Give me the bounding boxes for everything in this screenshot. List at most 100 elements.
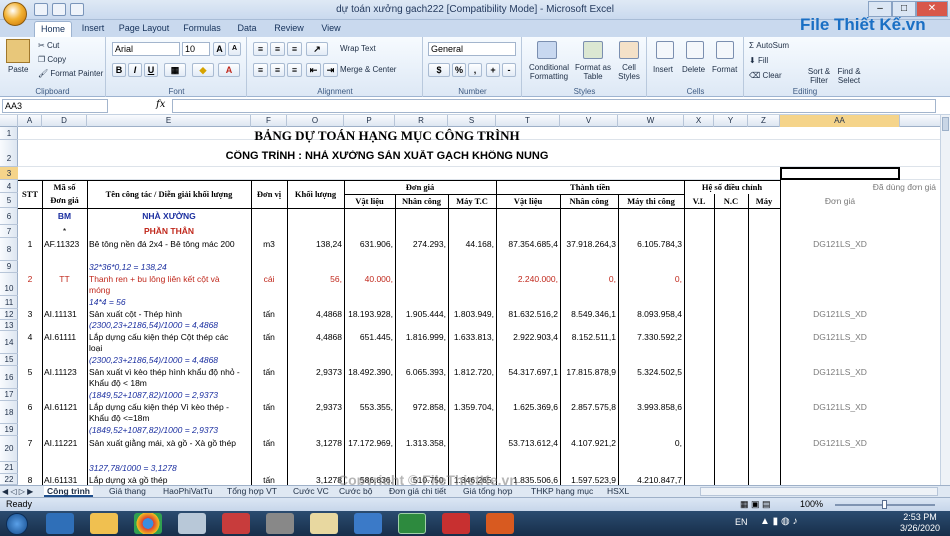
fill-button[interactable]: ⬇ Fill — [749, 56, 768, 65]
row-header[interactable]: 15 — [0, 354, 18, 366]
row-header[interactable]: 6 — [0, 208, 18, 225]
sheet-tab[interactable]: HSXL — [604, 486, 632, 497]
view-buttons-icon[interactable]: ▦ ▣ ▤ — [740, 498, 771, 511]
conditional-formatting-icon[interactable] — [537, 41, 557, 59]
sheet-nav-arrows-icon[interactable]: ◀ ◁ ▷ ▶ — [2, 486, 33, 497]
folder-icon[interactable] — [310, 513, 338, 534]
row-header[interactable]: 5 — [0, 193, 18, 208]
worksheet-grid[interactable]: BẢNG DỰ TOÁN HẠNG MỤC CÔNG TRÌNH CÔNG TR… — [18, 127, 940, 485]
align-middle-icon[interactable]: ≡ — [270, 42, 285, 56]
app-icon[interactable] — [442, 513, 470, 534]
tab-formulas[interactable]: Formulas — [178, 21, 226, 37]
tab-insert[interactable]: Insert — [76, 21, 110, 37]
col-header[interactable]: F — [251, 115, 287, 127]
row-header[interactable]: 9 — [0, 261, 18, 273]
app-icon[interactable] — [222, 513, 250, 534]
grow-font-button[interactable]: A — [213, 42, 226, 56]
format-table-icon[interactable] — [583, 41, 603, 59]
horizontal-scrollbar[interactable] — [700, 487, 938, 496]
row-header[interactable]: 18 — [0, 401, 18, 424]
wrap-text-button[interactable]: Wrap Text — [340, 44, 376, 53]
row-header[interactable]: 10 — [0, 273, 18, 296]
increase-indent-icon[interactable]: ⇥ — [323, 63, 338, 77]
insert-button[interactable]: Insert — [653, 65, 673, 74]
row-header[interactable]: 11 — [0, 296, 18, 309]
cut-button[interactable]: ✂ Cut — [38, 41, 59, 50]
font-name-select[interactable]: Arial — [112, 42, 180, 56]
row-header[interactable]: 14 — [0, 331, 18, 354]
explorer-icon[interactable] — [90, 513, 118, 534]
sheet-tab[interactable]: Đơn giá chi tiết — [386, 486, 449, 497]
row-header[interactable]: 4 — [0, 180, 18, 193]
app-icon[interactable] — [486, 513, 514, 534]
merge-center-button[interactable]: Merge & Center — [340, 65, 396, 74]
col-header[interactable]: X — [684, 115, 714, 127]
row-header[interactable]: 12 — [0, 309, 18, 320]
row-header[interactable]: 20 — [0, 436, 18, 462]
col-header[interactable]: Z — [748, 115, 780, 127]
zoom-slider-handle[interactable] — [882, 500, 887, 509]
zalo-icon[interactable] — [354, 513, 382, 534]
sheet-tab[interactable]: Giá thang — [106, 486, 149, 497]
conditional-formatting-button[interactable]: Conditional Formatting — [527, 63, 571, 81]
cell-styles-button[interactable]: Cell Styles — [615, 63, 643, 81]
align-bottom-icon[interactable]: ≡ — [287, 42, 302, 56]
row-header[interactable]: 13 — [0, 320, 18, 331]
clear-button[interactable]: ⌫ Clear — [749, 71, 782, 80]
col-header-selected[interactable]: AA — [780, 115, 900, 127]
align-center-icon[interactable]: ≡ — [270, 63, 285, 77]
comma-button[interactable]: , — [468, 63, 482, 77]
fx-icon[interactable]: fx — [156, 99, 165, 110]
office-button[interactable] — [3, 2, 27, 26]
row-header[interactable]: 22 — [0, 474, 18, 485]
decrease-indent-icon[interactable]: ⇤ — [306, 63, 321, 77]
row-header[interactable]: 16 — [0, 366, 18, 389]
row-header[interactable]: 8 — [0, 238, 18, 261]
col-header[interactable]: D — [42, 115, 87, 127]
paste-button[interactable]: Paste — [8, 65, 28, 74]
formula-input[interactable] — [172, 99, 936, 113]
name-box[interactable]: AA3 — [2, 99, 108, 113]
delete-button[interactable]: Delete — [682, 65, 705, 74]
tab-view[interactable]: View — [314, 21, 348, 37]
align-right-icon[interactable]: ≡ — [287, 63, 302, 77]
sheet-tab[interactable]: Cước VC — [290, 486, 332, 497]
col-header[interactable]: R — [395, 115, 448, 127]
copy-button[interactable]: ❐ Copy — [38, 55, 66, 64]
col-header[interactable]: A — [18, 115, 42, 127]
col-header[interactable]: Y — [714, 115, 748, 127]
percent-button[interactable]: % — [452, 63, 466, 77]
borders-icon[interactable]: ▦ — [164, 63, 186, 77]
row-header[interactable]: 1 — [0, 127, 18, 140]
language-indicator[interactable]: EN — [735, 517, 748, 527]
cell-styles-icon[interactable] — [619, 41, 639, 59]
scroll-thumb[interactable] — [942, 117, 949, 131]
sort-filter-button[interactable]: Sort & Filter — [805, 67, 833, 85]
shrink-font-button[interactable]: A — [228, 42, 241, 56]
app-icon[interactable] — [266, 513, 294, 534]
format-button[interactable]: Format — [712, 65, 737, 74]
tab-home[interactable]: Home — [34, 21, 72, 37]
row-header[interactable]: 17 — [0, 389, 18, 401]
row-header[interactable]: 2 — [0, 140, 18, 167]
number-format-select[interactable]: General — [428, 42, 516, 56]
selected-cell[interactable] — [780, 167, 900, 180]
format-painter-button[interactable]: 🖌 Format Painter — [38, 69, 103, 78]
sheet-tab[interactable]: Tổng hợp VT — [224, 486, 280, 497]
increase-decimal-icon[interactable]: + — [486, 63, 500, 77]
decrease-decimal-icon[interactable]: - — [502, 63, 516, 77]
font-size-select[interactable]: 10 — [182, 42, 210, 56]
format-cells-icon[interactable] — [716, 41, 734, 59]
col-header[interactable]: E — [87, 115, 251, 127]
chrome-icon[interactable] — [134, 513, 162, 534]
underline-button[interactable]: U — [144, 63, 158, 77]
col-header[interactable]: S — [448, 115, 496, 127]
zoom-level[interactable]: 100% — [800, 498, 823, 511]
format-as-table-button[interactable]: Format as Table — [573, 63, 613, 81]
vertical-scrollbar[interactable] — [940, 115, 950, 485]
col-header[interactable]: O — [287, 115, 344, 127]
align-left-icon[interactable]: ≡ — [253, 63, 268, 77]
row-header-selected[interactable]: 3 — [0, 167, 18, 180]
col-header[interactable]: W — [618, 115, 684, 127]
excel-icon[interactable] — [398, 513, 426, 534]
